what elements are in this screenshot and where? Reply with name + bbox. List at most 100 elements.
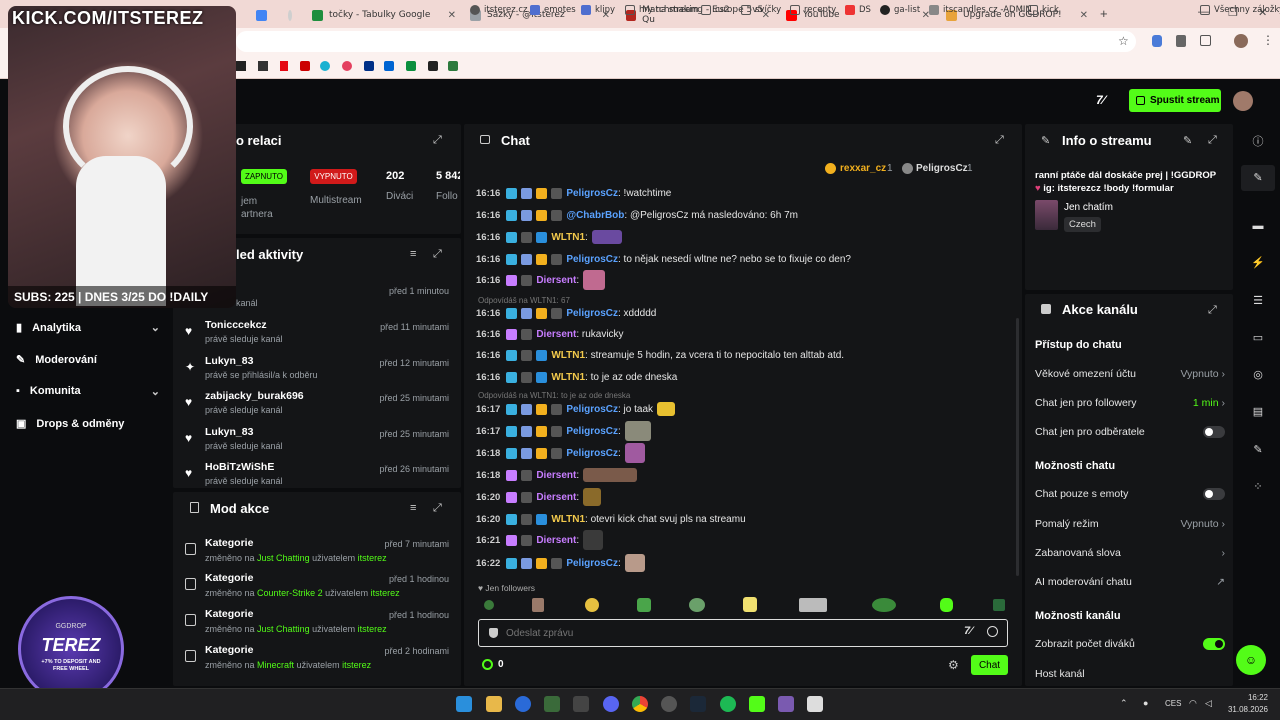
bookmark-folder[interactable]: cs2 <box>701 5 730 15</box>
wrench-icon[interactable]: ✎ <box>1250 443 1266 459</box>
bookmark-folder[interactable]: svíčky <box>741 5 781 15</box>
emote-icon[interactable] <box>940 598 953 612</box>
chat-bubble-icon[interactable]: ▭ <box>1250 331 1266 347</box>
sidebar-item-analytika[interactable]: ▮ Analytika ⌄ <box>16 321 160 335</box>
banned-words-row[interactable]: Zabanovaná slova › <box>1035 543 1225 563</box>
emote-image[interactable] <box>657 402 676 416</box>
message-username[interactable]: PeligrosCz <box>566 308 618 319</box>
close-icon[interactable]: ✕ <box>448 10 456 21</box>
shield-icon[interactable] <box>1176 35 1186 47</box>
shield-icon[interactable] <box>489 628 498 638</box>
target-icon[interactable]: ◎ <box>1250 368 1266 384</box>
message-username[interactable]: WLTN1 <box>551 350 585 361</box>
pinned-user[interactable]: rexxar_cz <box>840 163 886 174</box>
start-stream-button[interactable]: Spustit stream <box>1129 89 1221 112</box>
new-tab-button[interactable]: + <box>1100 6 1108 21</box>
emote-image[interactable] <box>583 530 604 550</box>
paypal-icon[interactable] <box>364 61 374 71</box>
message-username[interactable]: WLTN1 <box>551 232 585 243</box>
bookmark-icon[interactable] <box>448 61 458 71</box>
expand-icon[interactable]: ⤢ <box>1208 134 1217 147</box>
bookmark-folder[interactable]: kick <box>1028 5 1059 15</box>
chat-scrollbar[interactable] <box>1016 318 1019 576</box>
emote-image[interactable] <box>624 443 645 463</box>
age-restriction-row[interactable]: Věkové omezení účtu Vypnuto › <box>1035 364 1225 384</box>
shop-icon[interactable]: ▤ <box>1250 405 1266 421</box>
emote-icon[interactable] <box>484 600 494 610</box>
all-bookmarks[interactable]: Všechny záložky <box>1200 5 1280 15</box>
wifi-icon[interactable]: ◠ <box>1189 698 1197 709</box>
message-username[interactable]: PeligrosCz <box>566 188 618 199</box>
x-icon[interactable] <box>236 61 246 71</box>
emote-image[interactable] <box>583 270 606 290</box>
message-username[interactable]: PeligrosCz <box>566 404 618 415</box>
emote-icon[interactable] <box>637 598 651 612</box>
seventv-icon[interactable]: 7⁄ <box>964 625 972 637</box>
bookmark-icon[interactable] <box>320 61 330 71</box>
category-name[interactable]: Jen chatím <box>1064 202 1113 213</box>
language-indicator[interactable]: CES <box>1165 699 1181 708</box>
pinned-user[interactable]: PeligrosCz <box>916 163 968 174</box>
chrome-icon[interactable] <box>632 696 648 712</box>
message-username[interactable]: WLTN1 <box>551 514 585 525</box>
emote-icon[interactable] <box>689 598 705 612</box>
disabled-badge[interactable]: VYPNUTO <box>310 169 357 184</box>
chat-message-input[interactable] <box>506 623 946 643</box>
netflix-icon[interactable] <box>280 61 288 71</box>
support-icon[interactable]: ☺ <box>1236 645 1266 675</box>
emote-icon[interactable] <box>872 598 896 612</box>
app-icon[interactable] <box>807 696 823 712</box>
emote-image[interactable] <box>624 421 651 441</box>
slow-mode-row[interactable]: Pomalý režim Vypnuto › <box>1035 514 1225 534</box>
show-viewers-toggle[interactable] <box>1203 638 1225 650</box>
expand-icon[interactable]: ⤢ <box>1208 304 1217 317</box>
message-username[interactable]: Diersent <box>536 492 576 503</box>
volume-icon[interactable]: ◁ <box>1205 698 1212 709</box>
folder-icon[interactable] <box>486 696 502 712</box>
emote-image[interactable] <box>583 488 602 506</box>
user-avatar[interactable] <box>1233 91 1253 111</box>
emote-icon[interactable] <box>532 598 544 612</box>
send-chat-button[interactable]: Chat <box>971 655 1008 675</box>
filter-icon[interactable]: ≡ <box>410 248 416 260</box>
emote-icon[interactable] <box>743 597 757 612</box>
category-thumbnail[interactable] <box>1035 200 1058 230</box>
clock-time[interactable]: 16:22 <box>1232 693 1268 702</box>
profile-avatar[interactable] <box>1234 34 1248 48</box>
kick-logo-icon[interactable]: 7⁄ <box>1096 93 1105 107</box>
bookmark-icon[interactable] <box>258 61 268 71</box>
emoji-icon[interactable] <box>987 626 998 637</box>
ai-moderation-row[interactable]: AI moderování chatu ↗ <box>1035 572 1225 592</box>
message-username[interactable]: Diersent <box>536 470 576 481</box>
chevron-up-icon[interactable]: ⌃ <box>1120 698 1128 709</box>
drops-icon[interactable]: ⁘ <box>1250 480 1266 496</box>
bookmark-icon[interactable] <box>384 61 394 71</box>
points-icon[interactable] <box>482 659 493 670</box>
tab-blank[interactable] <box>280 4 300 26</box>
bookmark-item[interactable]: itscandles.cz -ADMIN <box>929 5 1032 15</box>
app-icon[interactable] <box>573 696 589 712</box>
menu-dots-icon[interactable]: ⋮ <box>1262 33 1274 47</box>
subs-only-toggle[interactable] <box>1203 426 1225 438</box>
host-channel-row[interactable]: Host kanál <box>1035 664 1225 684</box>
message-username[interactable]: PeligrosCz <box>566 558 618 569</box>
lightning-icon[interactable]: ⚡ <box>1250 256 1266 272</box>
close-icon[interactable]: ✕ <box>1080 10 1088 21</box>
message-username[interactable]: Diersent <box>536 535 576 546</box>
sidebar-item-drops[interactable]: ▣ Drops & odměny <box>16 417 124 431</box>
expand-icon[interactable]: ⤢ <box>433 502 442 515</box>
bookmark-item[interactable]: itsterez.cz <box>470 5 528 15</box>
list-icon[interactable]: ☰ <box>1250 294 1266 310</box>
message-username[interactable]: Diersent <box>536 329 576 340</box>
message-username[interactable]: Diersent <box>536 275 576 286</box>
info-icon[interactable]: ⓘ <box>1250 133 1266 149</box>
message-username[interactable]: PeligrosCz <box>566 254 618 265</box>
spotify-icon[interactable] <box>720 696 736 712</box>
mic-icon[interactable]: ● <box>1143 698 1148 708</box>
xbox-icon[interactable] <box>544 696 560 712</box>
puzzle-icon[interactable] <box>1200 35 1211 46</box>
enabled-badge[interactable]: ZAPNUTO <box>241 169 287 184</box>
bookmark-item[interactable]: emotes <box>530 5 576 15</box>
kick-icon[interactable] <box>749 696 765 712</box>
followers-only-row[interactable]: Chat jen pro followery 1 min › <box>1035 393 1225 413</box>
